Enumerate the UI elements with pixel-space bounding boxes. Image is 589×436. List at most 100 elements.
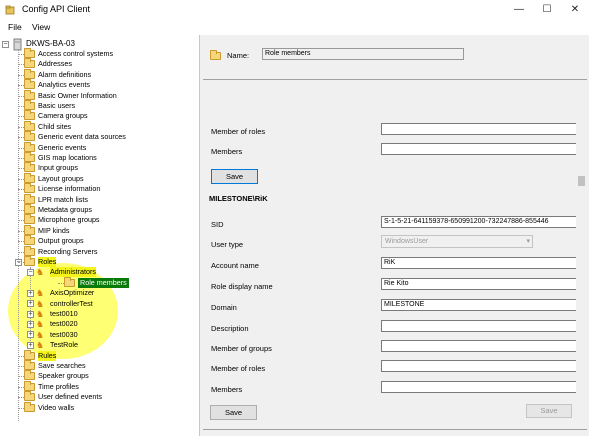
- role-icon: ♞: [36, 288, 45, 299]
- maximize-button[interactable]: ☐: [533, 0, 561, 20]
- tree-item-role-axisoptimizer[interactable]: AxisOptimizer: [50, 288, 94, 298]
- role-expander[interactable]: +: [27, 310, 34, 318]
- user-title: MILESTONE\RiK: [209, 194, 268, 203]
- tree-item-time-profiles-label: Time profiles: [38, 381, 79, 391]
- tree-item-input-groups-label: Input groups: [38, 163, 78, 173]
- folder-icon: [24, 110, 35, 121]
- name-field[interactable]: Role members: [262, 48, 464, 60]
- folder-icon: [24, 380, 35, 391]
- tree-item-gis-map-locations-label: GIS map locations: [38, 153, 97, 162]
- members-label: Members: [211, 147, 243, 156]
- role-display-name-field[interactable]: Rie Kito: [381, 278, 577, 290]
- app-icon: [5, 5, 15, 15]
- folder-icon: [24, 370, 35, 381]
- member-of-roles-label: Member of roles: [211, 127, 266, 136]
- tree-item-recording-servers-label: Recording Servers: [38, 246, 98, 256]
- tree-item-child-sites-label: Child sites: [38, 121, 72, 131]
- tree-item-role-members-label: Role members: [78, 277, 129, 288]
- member-of-groups-label: Member of groups: [211, 344, 272, 353]
- folder-icon: [24, 245, 35, 256]
- folder-icon: [24, 204, 35, 214]
- member-of-roles-field[interactable]: [381, 123, 577, 135]
- sid-label: SID: [211, 220, 224, 229]
- member-of-roles-field-2[interactable]: [381, 360, 577, 372]
- root-expander[interactable]: −: [2, 41, 9, 48]
- tree-item-role-testrole[interactable]: TestRole: [50, 340, 78, 350]
- folder-icon: [24, 68, 35, 79]
- close-button[interactable]: ✕: [561, 0, 589, 20]
- tree-item-layout-groups-label: Layout groups: [38, 173, 84, 183]
- folder-icon: [24, 152, 35, 162]
- tree-item-output-groups-label: Output groups: [38, 236, 84, 246]
- role-display-name-label: Role display name: [211, 282, 273, 291]
- role-expander[interactable]: +: [27, 331, 34, 339]
- role-expander[interactable]: +: [27, 300, 34, 308]
- detail-panel: Name: Role members Member of roles Membe…: [201, 35, 589, 436]
- folder-icon: [24, 131, 35, 142]
- folder-icon: [64, 276, 75, 287]
- name-header: Name: Role members: [201, 35, 589, 78]
- folder-icon: [24, 256, 35, 266]
- tree-item-lpr-match-lists-label: LPR match lists: [38, 194, 88, 204]
- role-expander[interactable]: +: [27, 289, 34, 297]
- tree-item-access-control-systems-label: Access control systems: [38, 49, 114, 58]
- tree-item-roles-label: Roles: [38, 257, 57, 267]
- menu-file[interactable]: File: [8, 22, 22, 32]
- domain-field[interactable]: MILESTONE: [381, 299, 577, 311]
- folder-icon: [24, 349, 35, 360]
- role-expander[interactable]: +: [27, 341, 34, 349]
- role-expander[interactable]: +: [27, 320, 34, 328]
- user-type-label: User type: [211, 240, 244, 249]
- folder-icon: [24, 391, 35, 402]
- tree-item-generic-event-data-sources-label: Generic event data sources: [38, 132, 126, 142]
- tree-item-role-test0010[interactable]: test0010: [50, 309, 78, 319]
- menu-bar: File View: [0, 20, 589, 35]
- description-field[interactable]: [381, 320, 577, 332]
- tree-item-metadata-groups-label: Metadata groups: [38, 205, 92, 214]
- tree-item-addresses-label: Addresses: [38, 59, 72, 69]
- menu-view[interactable]: View: [32, 22, 50, 32]
- user-type-dropdown[interactable]: WindowsUser ▾: [381, 235, 533, 248]
- tree-item-mip-kinds-label: MIP kinds: [38, 225, 70, 235]
- member-of-groups-field[interactable]: [381, 340, 577, 352]
- tree-root[interactable]: DKWS-BA-03: [26, 39, 75, 49]
- minimize-button[interactable]: —: [505, 0, 533, 20]
- folder-icon: [24, 360, 35, 370]
- members-field[interactable]: [381, 143, 577, 155]
- tree-item-save-searches-label: Save searches: [38, 361, 86, 370]
- folder-icon: [210, 50, 221, 60]
- vertical-scrollbar[interactable]: [576, 80, 587, 429]
- scrollbar-thumb[interactable]: [578, 176, 585, 186]
- folder-icon: [24, 172, 35, 183]
- sid-field[interactable]: S-1-5-21-641159378-650991200-732247886-8…: [381, 216, 577, 228]
- members-label-2: Members: [211, 385, 243, 394]
- tree-item-role-test0020[interactable]: test0020: [50, 319, 78, 329]
- tree-item-rules-label: Rules: [38, 350, 57, 361]
- save-button-bottom[interactable]: Save: [526, 404, 572, 418]
- role-icon: ♞: [36, 329, 45, 340]
- administrators-expander[interactable]: −: [27, 268, 34, 276]
- members-field-2[interactable]: [381, 381, 577, 393]
- tree-item-microphone-groups-label: Microphone groups: [38, 215, 100, 225]
- folder-icon: [24, 235, 35, 246]
- tree-item-basic-users-label: Basic users: [38, 101, 76, 110]
- folder-icon: [24, 120, 35, 131]
- tree-item-video-walls-label: Video walls: [38, 402, 75, 412]
- name-label: Name:: [227, 51, 250, 60]
- folder-icon: [24, 48, 35, 58]
- tree-item-administrators[interactable]: Administrators: [50, 267, 96, 278]
- folder-icon: [24, 193, 35, 204]
- tree-view[interactable]: − DKWS-BA-03 Access control systems Addre…: [0, 35, 200, 436]
- role-icon: ♞: [36, 267, 45, 278]
- description-label: Description: [211, 324, 249, 333]
- save-button-top[interactable]: Save: [211, 169, 258, 184]
- save-button-user[interactable]: Save: [210, 405, 257, 420]
- role-icon: ♞: [36, 340, 45, 351]
- account-name-field[interactable]: RiK: [381, 257, 577, 269]
- tree-item-role-controllertest[interactable]: controllerTest: [50, 299, 93, 309]
- folder-icon: [24, 79, 35, 90]
- properties-scroll-panel[interactable]: Member of roles Members Save MILESTONE\R…: [203, 79, 587, 430]
- tree-item-alarm-definitions-label: Alarm definitions: [38, 69, 92, 79]
- tree-item-role-test0030[interactable]: test0030: [50, 330, 78, 340]
- folder-icon: [24, 58, 35, 69]
